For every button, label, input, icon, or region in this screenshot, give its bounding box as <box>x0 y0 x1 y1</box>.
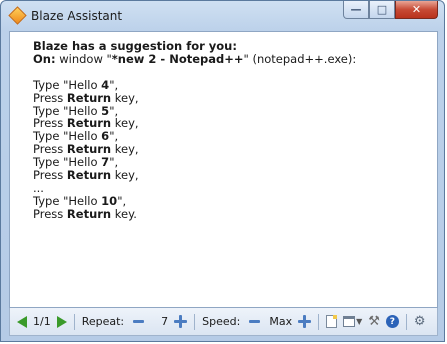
new-document-button[interactable] <box>326 315 338 328</box>
document-icon <box>326 315 338 328</box>
help-icon: ? <box>385 315 399 328</box>
page-indicator: 1/1 <box>33 315 51 328</box>
previous-button[interactable] <box>17 315 27 328</box>
toolbar-separator <box>405 313 407 330</box>
next-button[interactable] <box>56 315 67 328</box>
plus-icon <box>298 315 312 328</box>
suggestion-headline: Blaze has a suggestion for you: <box>33 39 237 53</box>
step-type: Type "Hello 5", <box>33 103 119 118</box>
window-title: Blaze Assistant <box>31 9 123 23</box>
tools-icon[interactable]: ⚒ <box>368 314 380 329</box>
repeat-increase-button[interactable] <box>174 315 188 328</box>
target-window-name: *new 2 - Notepad++ <box>111 51 244 66</box>
speed-value: Max <box>269 315 293 328</box>
gear-icon[interactable]: ⚙ <box>414 314 426 329</box>
assistant-window: Blaze Assistant — □ ✕ Blaze has a sugges… <box>0 0 445 342</box>
on-text-pre: window " <box>55 51 112 66</box>
window-icon <box>343 316 356 327</box>
speed-decrease-button[interactable] <box>249 320 261 323</box>
on-text-post: " (notepad++.exe): <box>243 51 357 66</box>
maximize-button[interactable]: □ <box>369 1 395 19</box>
step-press: Press Return key. <box>33 206 137 221</box>
suggestion-text: Blaze has a suggestion for you: On: wind… <box>33 40 356 221</box>
speed-increase-button[interactable] <box>298 315 312 328</box>
title-bar[interactable]: Blaze Assistant — □ ✕ <box>1 1 444 31</box>
toolbar-separator <box>318 313 320 330</box>
arrow-left-icon <box>17 315 27 328</box>
step-type: Type "Hello 10", <box>33 193 127 208</box>
on-label: On: <box>33 51 56 66</box>
speed-label: Speed: <box>202 315 241 328</box>
step-press: Press Return key, <box>33 168 139 183</box>
toolbar-separator <box>73 313 75 330</box>
step-type: Type "Hello 6", <box>33 129 119 144</box>
plus-icon <box>174 315 188 328</box>
repeat-value: 7 <box>161 315 169 328</box>
step-type: Type "Hello 4", <box>33 77 119 92</box>
step-press: Press Return key, <box>33 142 139 157</box>
window-button[interactable] <box>343 316 356 327</box>
repeat-decrease-button[interactable] <box>133 320 145 323</box>
target-window-line: On: window "*new 2 - Notepad++" (notepad… <box>33 52 356 66</box>
step-press: Press Return key, <box>33 90 139 105</box>
caption-buttons: — □ ✕ <box>343 1 438 19</box>
close-button[interactable]: ✕ <box>395 1 438 19</box>
suggestion-panel: Blaze has a suggestion for you: On: wind… <box>9 31 438 308</box>
control-toolbar: 1/1 Repeat: 7 Speed: Max ▼ ⚒ ? ⚙ <box>9 308 438 336</box>
step-press: Press Return key, <box>33 116 139 131</box>
blaze-app-icon <box>8 6 27 25</box>
minus-icon <box>249 320 261 323</box>
chevron-down-icon[interactable]: ▼ <box>356 317 362 326</box>
minimize-button[interactable]: — <box>343 1 369 19</box>
repeat-label: Repeat: <box>81 315 125 328</box>
minus-icon <box>133 320 145 323</box>
ellipsis: ... <box>33 180 44 195</box>
toolbar-separator <box>194 313 196 330</box>
step-type: Type "Hello 7", <box>33 155 119 170</box>
help-button[interactable]: ? <box>385 315 399 328</box>
arrow-right-icon <box>56 315 67 328</box>
